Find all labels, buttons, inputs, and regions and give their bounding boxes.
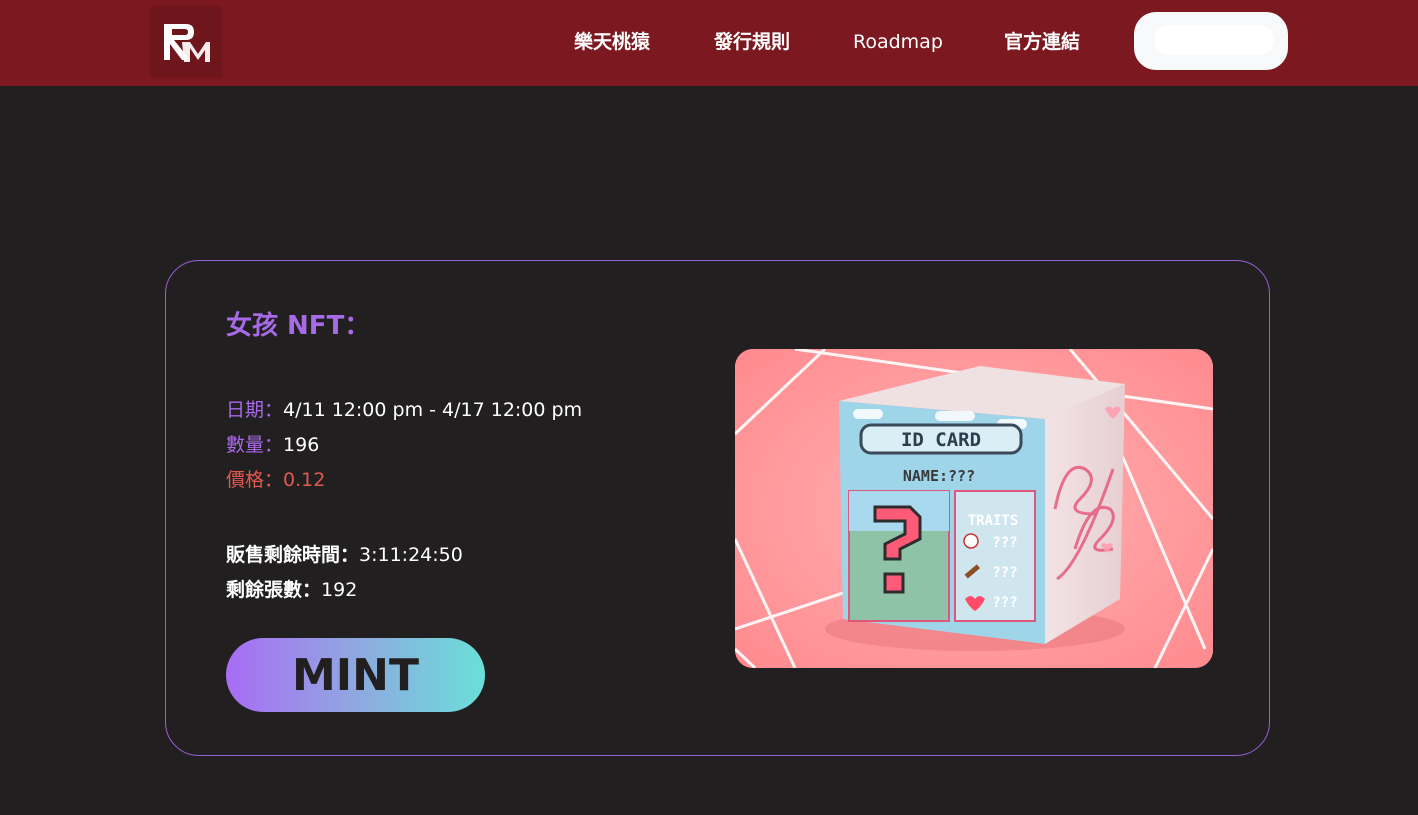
nft-title: 女孩 NFT： [226, 311, 371, 341]
remaining-count-row: 剩餘張數：192 [226, 575, 357, 605]
mint-panel: 女孩 NFT： 日期：4/11 12:00 pm - 4/17 12:00 pm… [165, 260, 1270, 756]
nav-link-rakuten-monkeys[interactable]: 樂天桃猿 [574, 28, 650, 56]
price-value: 0.12 [283, 469, 326, 491]
remaining-time-row: 販售剩餘時間：3:11:24:50 [226, 540, 463, 570]
mystery-box-illustration: ID CARD NAME:??? TRAITS ??? ??? ??? [735, 349, 1213, 668]
date-row: 日期：4/11 12:00 pm - 4/17 12:00 pm [226, 395, 582, 425]
trait-2-text: ??? [992, 565, 1017, 581]
remaining-time-value: 3:11:24:50 [359, 544, 463, 566]
price-label: 價格： [226, 469, 284, 491]
remaining-count-label: 剩餘張數： [226, 579, 322, 601]
trait-3-text: ??? [992, 595, 1017, 611]
quantity-value: 196 [283, 434, 320, 456]
quantity-row: 數量：196 [226, 430, 319, 460]
connect-wallet-button[interactable] [1134, 12, 1288, 70]
top-navbar: 樂天桃猿 發行規則 Roadmap 官方連結 [0, 0, 1418, 86]
remaining-time-label: 販售剩餘時間： [226, 544, 360, 566]
rakuten-monkeys-logo[interactable] [150, 6, 222, 78]
remaining-count-value: 192 [321, 579, 358, 601]
mint-button[interactable]: MINT [226, 638, 485, 712]
id-card-text: ID CARD [901, 429, 981, 451]
name-text: NAME:??? [903, 467, 975, 485]
date-value: 4/11 12:00 pm - 4/17 12:00 pm [283, 399, 583, 421]
price-row: 價格：0.12 [226, 465, 325, 495]
wallet-button-label [1154, 25, 1274, 55]
nft-mystery-box-image: ID CARD NAME:??? TRAITS ??? ??? ??? [735, 349, 1213, 668]
quantity-label: 數量： [226, 434, 284, 456]
logo-monogram-icon [164, 24, 210, 62]
date-label: 日期： [226, 399, 284, 421]
nav-link-official-links[interactable]: 官方連結 [1004, 28, 1080, 56]
trait-1-text: ??? [992, 535, 1017, 551]
traits-text: TRAITS [968, 513, 1019, 529]
nav-link-issuance-rules[interactable]: 發行規則 [714, 28, 790, 56]
nav-link-roadmap[interactable]: Roadmap [853, 28, 943, 56]
